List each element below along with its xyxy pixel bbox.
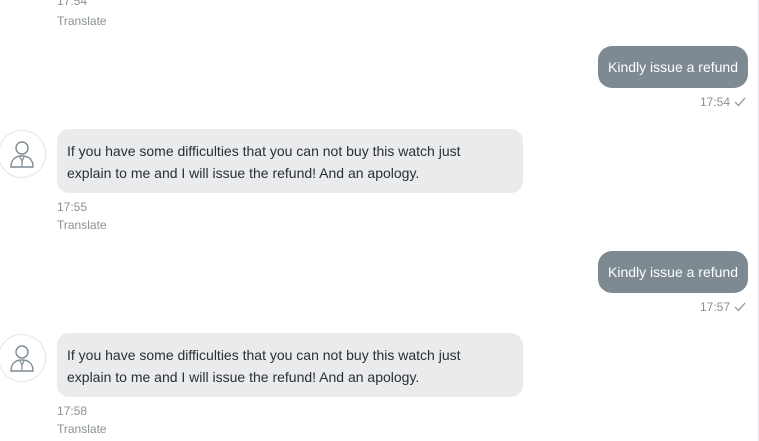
message-time: 17:58 <box>57 404 88 418</box>
avatar[interactable] <box>0 334 46 382</box>
translate-link[interactable]: Translate <box>57 14 107 28</box>
message-text: Kindly issue a refund <box>608 59 738 75</box>
message-time: 17:57 <box>699 300 730 314</box>
message-text: Kindly issue a refund <box>608 264 738 280</box>
outgoing-meta: 17:54 <box>700 95 746 109</box>
message-time: 17:54 <box>699 95 730 109</box>
outgoing-message[interactable]: Kindly issue a refund <box>598 46 748 88</box>
translate-link[interactable]: Translate <box>57 218 107 232</box>
check-icon <box>734 302 746 312</box>
outgoing-message[interactable]: Kindly issue a refund <box>598 251 748 293</box>
avatar[interactable] <box>0 130 46 178</box>
message-time: 17:54 <box>57 0 88 8</box>
translate-link[interactable]: Translate <box>57 422 107 436</box>
message-line: If you have some difficulties that you c… <box>67 347 461 363</box>
message-time: 17:55 <box>57 200 88 214</box>
user-avatar-icon <box>10 141 34 168</box>
message-line: If you have some difficulties that you c… <box>67 143 461 159</box>
outgoing-meta: 17:57 <box>700 300 746 314</box>
user-avatar-icon <box>10 345 34 372</box>
incoming-message[interactable]: If you have some difficulties that you c… <box>57 333 523 397</box>
incoming-message[interactable]: If you have some difficulties that you c… <box>57 129 523 193</box>
message-line: explain to me and I will issue the refun… <box>67 369 420 385</box>
check-icon <box>734 97 746 107</box>
message-line: explain to me and I will issue the refun… <box>67 165 420 181</box>
